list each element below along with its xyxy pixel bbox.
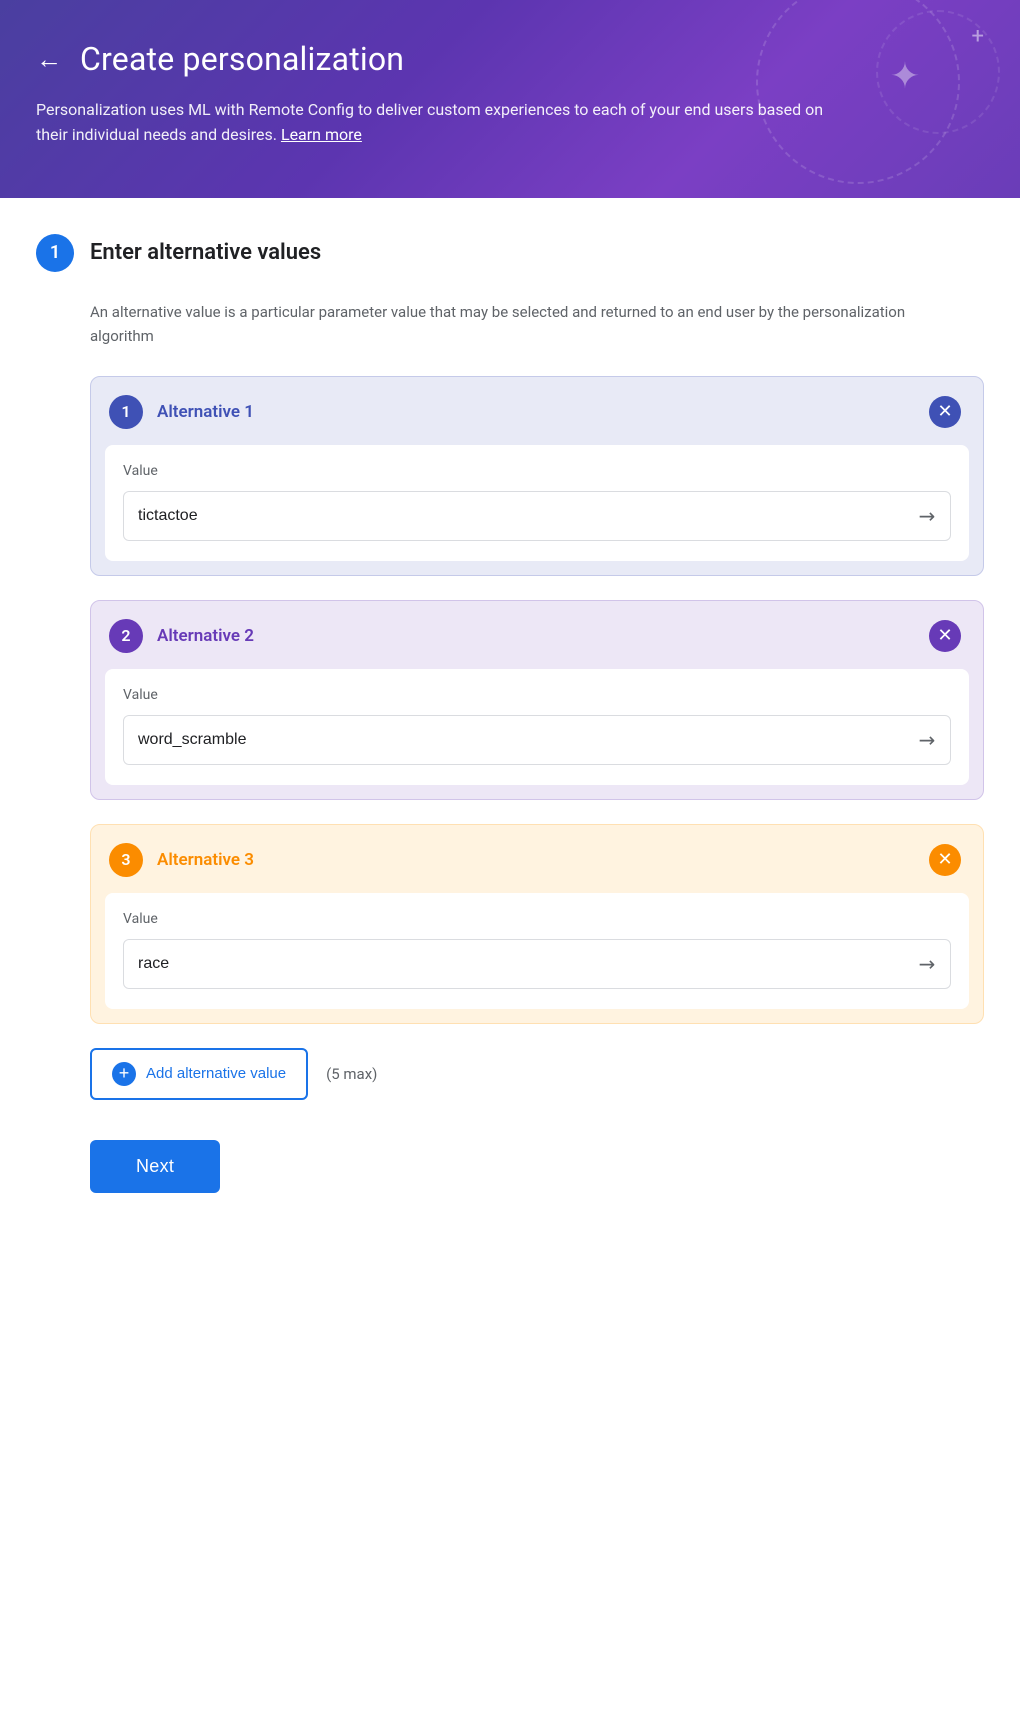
alt-3-label: Alternative 3: [157, 850, 254, 870]
step-title: Enter alternative values: [90, 240, 321, 265]
alt-1-close-button[interactable]: ✕: [929, 396, 961, 428]
alt-2-label: Alternative 2: [157, 626, 254, 646]
add-alternative-row: + Add alternative value (5 max): [90, 1048, 984, 1100]
alt-2-close-button[interactable]: ✕: [929, 620, 961, 652]
next-button[interactable]: Next: [90, 1140, 220, 1193]
page-title: Create personalization: [80, 40, 404, 78]
alt-1-value-input[interactable]: [138, 507, 911, 525]
alt-2-value-input[interactable]: [138, 731, 911, 749]
step-content: An alternative value is a particular par…: [36, 300, 984, 1193]
alt-1-value-label: Value: [123, 463, 951, 479]
alternative-card-1: 1 Alternative 1 ✕ Value ↗: [90, 376, 984, 576]
alt-1-label: Alternative 1: [157, 402, 254, 422]
add-alternative-label: Add alternative value: [146, 1065, 286, 1082]
alt-2-body: Value ↗: [105, 669, 969, 785]
back-button[interactable]: ←: [36, 44, 62, 75]
alt-3-expand-icon[interactable]: ↗: [913, 949, 942, 978]
alt-3-body: Value ↗: [105, 893, 969, 1009]
alt-card-2-header-left: 2 Alternative 2: [109, 619, 254, 653]
alternative-card-2: 2 Alternative 2 ✕ Value ↗: [90, 600, 984, 800]
alt-2-badge: 2: [109, 619, 143, 653]
alt-2-expand-icon[interactable]: ↗: [913, 725, 942, 754]
add-alternative-button[interactable]: + Add alternative value: [90, 1048, 308, 1100]
alt-1-body: Value ↗: [105, 445, 969, 561]
header-description: Personalization uses ML with Remote Conf…: [36, 98, 856, 148]
alt-3-value-input[interactable]: [138, 955, 911, 973]
alt-card-3-header: 3 Alternative 3 ✕: [91, 825, 983, 893]
step-header: 1 Enter alternative values: [36, 234, 984, 272]
alt-3-value-label: Value: [123, 911, 951, 927]
alternative-card-3: 3 Alternative 3 ✕ Value ↗: [90, 824, 984, 1024]
alt-3-close-button[interactable]: ✕: [929, 844, 961, 876]
alt-2-value-label: Value: [123, 687, 951, 703]
alt-card-3-header-left: 3 Alternative 3: [109, 843, 254, 877]
star-icon: +: [972, 24, 984, 49]
alt-card-1-header: 1 Alternative 1 ✕: [91, 377, 983, 445]
page-header: ← Create personalization Personalization…: [0, 0, 1020, 198]
alt-card-1-header-left: 1 Alternative 1: [109, 395, 254, 429]
step-number-badge: 1: [36, 234, 74, 272]
step-description: An alternative value is a particular par…: [90, 300, 910, 348]
main-content: 1 Enter alternative values An alternativ…: [0, 198, 1020, 1733]
alt-2-input-container: ↗: [123, 715, 951, 765]
alt-1-input-container: ↗: [123, 491, 951, 541]
alt-1-badge: 1: [109, 395, 143, 429]
alt-3-badge: 3: [109, 843, 143, 877]
alt-3-input-container: ↗: [123, 939, 951, 989]
max-label: (5 max): [326, 1065, 377, 1083]
alt-card-2-header: 2 Alternative 2 ✕: [91, 601, 983, 669]
learn-more-link[interactable]: Learn more: [281, 125, 362, 144]
sparkle-icon: ✦: [890, 55, 920, 97]
plus-circle-icon: +: [112, 1062, 136, 1086]
alt-1-expand-icon[interactable]: ↗: [913, 501, 942, 530]
